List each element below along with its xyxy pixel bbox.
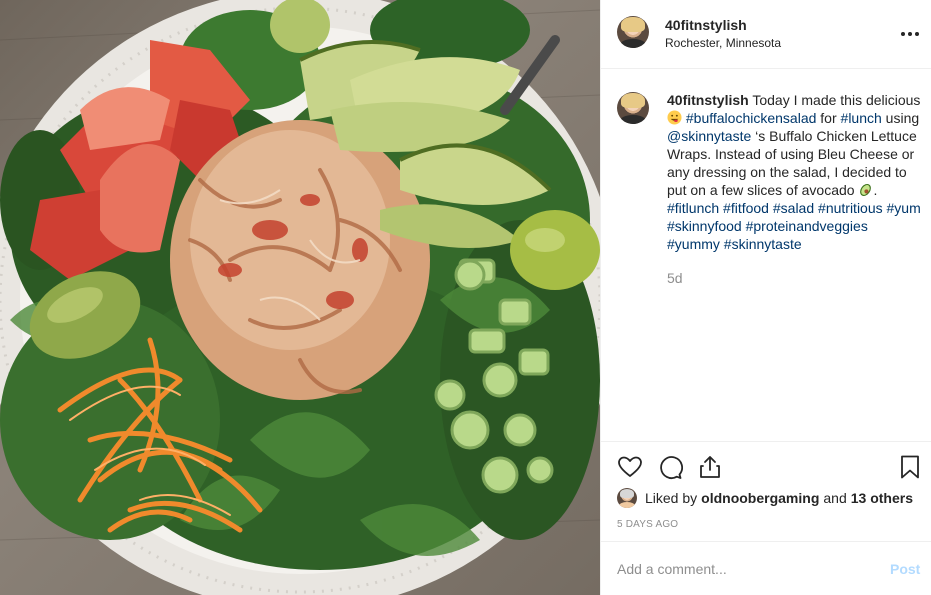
hashtag-link[interactable]: #lunch [841,110,882,126]
post-sidebar: 40fitnstylish Rochester, Minnesota 40fit… [600,0,931,595]
liker-username[interactable]: oldnoobergaming [701,490,819,506]
post-location[interactable]: Rochester, Minnesota [665,36,781,50]
comment-icon[interactable] [657,454,683,480]
heart-icon[interactable] [617,454,643,480]
comment-input[interactable] [617,559,867,579]
liker-avatar[interactable] [617,488,637,508]
share-icon[interactable] [697,454,723,480]
mention-link[interactable]: @skinnytaste [667,128,751,144]
hashtag-link[interactable]: #skinnyfood [667,218,742,234]
avatar[interactable] [617,16,649,48]
hashtag-link[interactable]: #nutritious [818,200,883,216]
yum-face-emoji [667,110,682,125]
hashtag-link[interactable]: #skinnytaste [724,236,802,252]
caption-avatar[interactable] [617,92,649,124]
caption-section: 40fitnstylish Today I made this deliciou… [601,69,931,441]
post-photo[interactable] [0,0,600,595]
caption-text: . [873,182,878,198]
caption-text: Today I made this delicious [752,92,921,108]
hashtag-link[interactable]: #yum [887,200,921,216]
bookmark-icon[interactable] [897,454,923,480]
caption-username[interactable]: 40fitnstylish [667,92,749,108]
post-date[interactable]: 5 DAYS AGO [617,519,678,530]
post-header: 40fitnstylish Rochester, Minnesota [601,0,931,69]
hashtag-link[interactable]: #fitfood [723,200,769,216]
caption-text: using [881,110,920,126]
comment-box: Post [601,541,931,595]
likes-connector: and [823,490,847,506]
hashtag-link[interactable]: #proteinandveggies [746,218,868,234]
avocado-emoji [858,182,873,197]
hashtag-link[interactable]: #yummy [667,236,720,252]
caption-time-ago[interactable]: 5d [667,270,683,286]
more-options-icon[interactable] [901,27,921,41]
others-count[interactable]: 13 others [851,490,913,506]
hashtag-link[interactable]: #fitlunch [667,200,719,216]
salad-image [0,0,600,595]
post-author-username[interactable]: 40fitnstylish [665,17,747,33]
hashtag-link[interactable]: #buffalochickensalad [686,110,817,126]
hashtag-link[interactable]: #salad [773,200,814,216]
post-comment-button[interactable]: Post [890,561,920,577]
likes-summary: Liked by oldnoobergaming and 13 others [617,487,913,509]
liked-by-label: Liked by [645,490,698,506]
caption-text: for [816,110,841,126]
post-caption: 40fitnstylish Today I made this deliciou… [667,91,921,253]
